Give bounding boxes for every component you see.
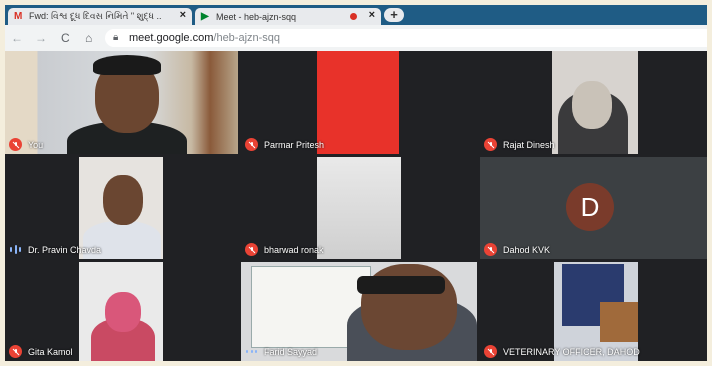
close-tab-icon[interactable]: × [180, 9, 186, 21]
participant-grid: You Parmar Pritesh Rajat Dinesh Dr. Prav… [5, 51, 707, 361]
video-feed [317, 157, 401, 259]
url-text: meet.google.com/heb-ajzn-sqq [129, 29, 280, 47]
participant-name-tag: bharwad ronak [245, 243, 324, 256]
speaking-indicator-icon [245, 345, 258, 358]
back-icon[interactable]: ← [11, 31, 23, 45]
participant-name-tag: You [9, 138, 43, 151]
participant-tile[interactable]: bharwad ronak [241, 157, 477, 259]
participant-name-tag: VETERINARY OFFICER, DAHOD [484, 345, 640, 358]
mic-off-icon [9, 138, 22, 151]
person-head [105, 292, 141, 332]
browser-window: M Fwd: વિશ્વ દૂધ દિવસ નિમિતે " શુદ્ધ .. … [5, 5, 707, 361]
avatar: D [566, 183, 614, 231]
participant-name: Rajat Dinesh [503, 139, 555, 150]
gmail-icon: M [14, 11, 23, 22]
participant-name: Gita Kamol [28, 346, 73, 357]
person-head [103, 175, 143, 225]
mic-off-icon [484, 345, 497, 358]
tab-gmail[interactable]: M Fwd: વિશ્વ દૂધ દિવસ નિમિતે " શુદ્ધ .. … [8, 8, 192, 25]
participant-name: Dr. Pravin Chavda [28, 244, 102, 255]
new-tab-button[interactable]: + [384, 8, 404, 22]
glasses [357, 276, 445, 294]
lock-icon: 🔒︎ [113, 32, 119, 43]
mic-off-icon [484, 243, 497, 256]
participant-tile[interactable]: Rajat Dinesh [480, 51, 707, 154]
url-host: meet.google.com [129, 32, 214, 44]
video-feed [317, 51, 399, 154]
participant-tile[interactable]: D Dahod KVK [480, 157, 707, 259]
participant-name-tag: Gita Kamol [9, 345, 73, 358]
participant-name: Farid Sayyad [264, 346, 318, 357]
face-mask [572, 81, 612, 129]
participant-name: You [28, 139, 44, 150]
person-hair [93, 55, 161, 75]
reload-icon[interactable]: C [61, 31, 70, 45]
mic-off-icon [245, 243, 258, 256]
tab-title: Fwd: વિશ્વ દૂધ દિવસ નિમિતે " શુદ્ધ .. [29, 11, 162, 21]
speaking-indicator-icon [9, 243, 22, 256]
participant-name-tag: Dahod KVK [484, 243, 550, 256]
participant-name-tag: Parmar Pritesh [245, 138, 324, 151]
participant-tile[interactable]: Gita Kamol [5, 262, 238, 361]
close-tab-icon[interactable]: × [369, 9, 375, 21]
participant-tile[interactable]: Dr. Pravin Chavda [5, 157, 238, 259]
participant-name: VETERINARY OFFICER, DAHOD [503, 346, 640, 357]
forward-icon[interactable]: → [35, 31, 47, 45]
mic-off-icon [9, 345, 22, 358]
address-bar[interactable]: 🔒︎ meet.google.com/heb-ajzn-sqq [105, 29, 707, 47]
participant-name: Dahod KVK [503, 244, 551, 255]
participant-name: bharwad ronak [264, 244, 324, 255]
participant-tile[interactable]: You [5, 51, 238, 154]
home-icon[interactable]: ⌂ [85, 31, 92, 45]
participant-tile[interactable]: VETERINARY OFFICER, DAHOD [480, 262, 707, 361]
participant-tile[interactable]: Parmar Pritesh [241, 51, 477, 154]
tab-strip: M Fwd: વિશ્વ દૂધ દિવસ નિમિતે " શુદ્ધ .. … [5, 5, 707, 25]
poster-image [600, 302, 638, 342]
participant-name-tag: Farid Sayyad [245, 345, 317, 358]
tab-meet[interactable]: ▶ Meet - heb-ajzn-sqq × [195, 8, 381, 25]
url-path: /heb-ajzn-sqq [213, 32, 281, 44]
mic-off-icon [484, 138, 497, 151]
browser-toolbar: ← → C ⌂ 🔒︎ meet.google.com/heb-ajzn-sqq [5, 25, 707, 51]
participant-name-tag: Dr. Pravin Chavda [9, 243, 101, 256]
participant-name-tag: Rajat Dinesh [484, 138, 555, 151]
mic-off-icon [245, 138, 258, 151]
participant-name: Parmar Pritesh [264, 139, 325, 150]
participant-tile[interactable]: Farid Sayyad [241, 262, 477, 361]
meet-icon: ▶ [201, 11, 209, 22]
tab-title: Meet - heb-ajzn-sqq [216, 11, 297, 22]
recording-indicator-icon [350, 13, 357, 20]
